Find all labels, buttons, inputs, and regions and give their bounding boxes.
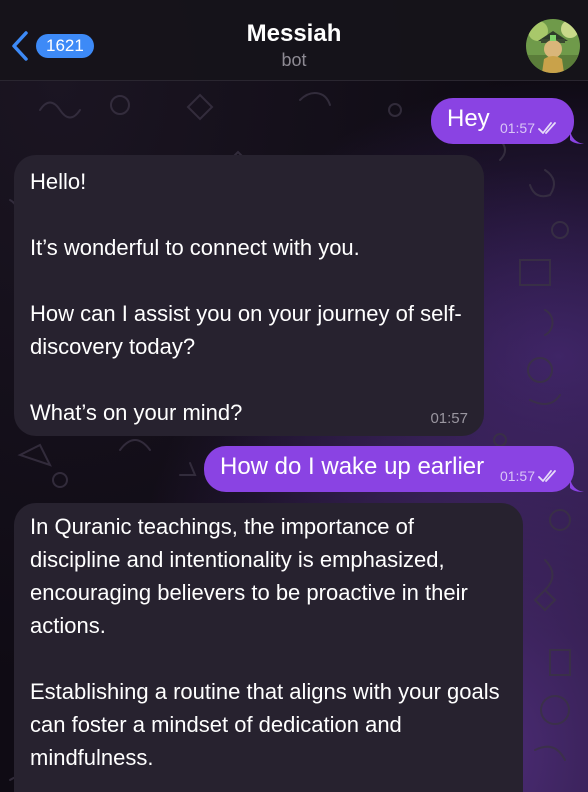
outgoing-bubble-tail <box>570 478 584 492</box>
message-time: 01:57 <box>499 468 535 484</box>
message-paragraph: What’s on your mind? <box>30 400 243 425</box>
outgoing-message[interactable]: Hey 01:57 <box>431 98 574 144</box>
incoming-message[interactable]: In Quranic teachings, the importance of … <box>14 503 523 792</box>
double-check-icon <box>538 122 556 134</box>
avatar-image <box>526 19 580 73</box>
bot-avatar[interactable] <box>526 19 580 73</box>
chat-screen: 1621 Messiah bot Hey 01:57 Hello! It’s w… <box>0 0 588 792</box>
outgoing-bubble-tail <box>570 130 584 144</box>
chat-header: 1621 Messiah bot <box>0 0 588 81</box>
chat-subtitle: bot <box>281 50 307 70</box>
message-text: Hey <box>447 105 490 132</box>
chat-title[interactable]: Messiah <box>0 20 588 48</box>
message-time: 01:57 <box>499 120 535 136</box>
incoming-message[interactable]: Hello! It’s wonderful to connect with yo… <box>14 155 484 436</box>
outgoing-message[interactable]: How do I wake up earlier 01:57 <box>204 446 574 492</box>
message-paragraph: Hello! <box>30 169 87 194</box>
message-time: 01:57 <box>430 410 468 427</box>
message-text: How do I wake up earlier <box>220 453 485 480</box>
message-meta: 01:57 <box>500 120 560 136</box>
message-paragraph: How can I assist you on your journey of … <box>30 301 462 359</box>
double-check-icon <box>538 470 556 482</box>
message-paragraph: In Quranic teachings, the importance of … <box>30 514 468 638</box>
message-paragraph: It’s wonderful to connect with you. <box>30 235 360 260</box>
message-paragraph: Establishing a routine that aligns with … <box>30 679 500 770</box>
message-meta: 01:57 <box>500 468 560 484</box>
